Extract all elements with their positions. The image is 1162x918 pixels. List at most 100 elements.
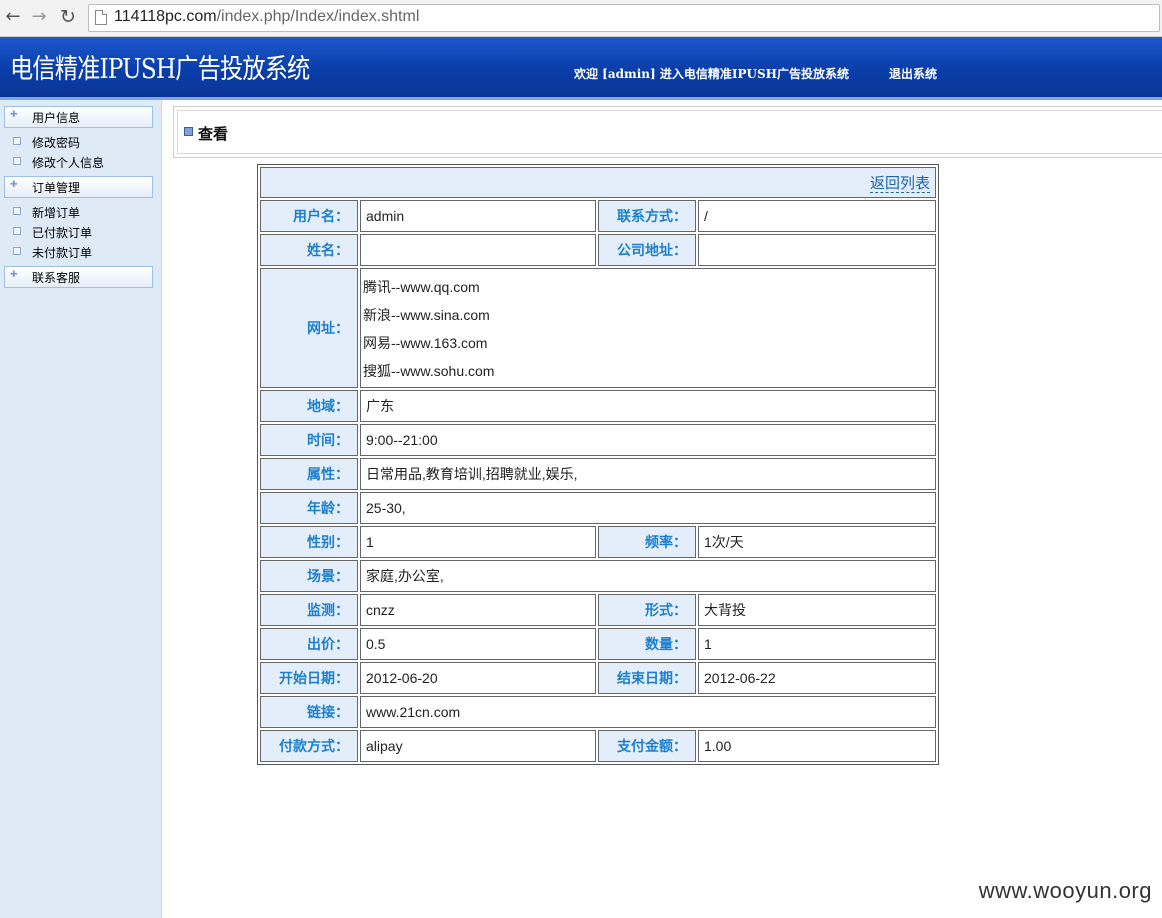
order-detail-table: 返回列表 用户名： admin 联系方式： / 姓名： 公司地址： 网址： 腾讯… xyxy=(257,164,939,765)
table-row: 监测： cnzz 形式： 大背投 xyxy=(260,594,937,626)
list-item: 新浪--www.sina.com xyxy=(363,307,490,323)
sidebar-group-orders[interactable]: ✚ 订单管理 xyxy=(4,176,153,198)
end-date-label: 结束日期： xyxy=(598,662,696,694)
app-title: 电信精准IPUSH广告投放系统 xyxy=(10,54,310,85)
view-panel: 查看 xyxy=(173,106,1162,158)
arrow-left-icon[interactable]: ← xyxy=(2,6,24,28)
table-row: 属性： 日常用品,教育培训,招聘就业,娱乐, xyxy=(260,458,937,490)
table-row: 场景： 家庭,办公室, xyxy=(260,560,937,592)
age-value: 25-30, xyxy=(360,492,937,524)
plus-icon: ✚ xyxy=(10,270,18,280)
logout-link[interactable]: 退出系统 xyxy=(889,65,937,82)
pay-amount-value: 1.00 xyxy=(698,730,937,762)
freq-value: 1次/天 xyxy=(698,526,937,558)
scene-value: 家庭,办公室, xyxy=(360,560,937,592)
app-header: 电信精准IPUSH广告投放系统 欢迎 [admin] 进入电信精准IPUSH广告… xyxy=(0,37,1162,100)
sidebar-item-new-order[interactable]: 新增订单 xyxy=(0,202,160,222)
name-label: 姓名： xyxy=(260,234,358,266)
square-bullet-icon xyxy=(13,247,21,255)
time-label: 时间： xyxy=(260,424,358,456)
url-host: 114118pc.com xyxy=(114,8,217,25)
gender-label: 性别： xyxy=(260,526,358,558)
sidebar-group-contact-support[interactable]: ✚ 联系客服 xyxy=(4,266,153,288)
back-to-list-link[interactable]: 返回列表 xyxy=(870,174,931,193)
sidebar-group-label: 联系客服 xyxy=(32,271,81,285)
start-date-value: 2012-06-20 xyxy=(360,662,596,694)
start-date-label: 开始日期： xyxy=(260,662,358,694)
list-item: 腾讯--www.qq.com xyxy=(363,279,480,295)
table-row: 姓名： 公司地址： xyxy=(260,234,937,266)
table-row: 时间： 9:00--21:00 xyxy=(260,424,937,456)
sites-value: 腾讯--www.qq.com 新浪--www.sina.com 网易--www.… xyxy=(360,268,937,388)
sidebar-item-label: 未付款订单 xyxy=(32,246,93,260)
table-toolbar: 返回列表 xyxy=(260,167,937,198)
square-bullet-icon xyxy=(13,227,21,235)
contact-label: 联系方式： xyxy=(598,200,696,232)
arrow-right-icon[interactable]: → xyxy=(28,6,50,28)
square-bullet-icon xyxy=(13,137,21,145)
table-row: 性别： 1 频率： 1次/天 xyxy=(260,526,937,558)
link-label: 链接： xyxy=(260,696,358,728)
address-label: 公司地址： xyxy=(598,234,696,266)
browser-toolbar: ← → ↻ 114118pc.com/index.php/Index/index… xyxy=(0,0,1162,37)
scene-label: 场景： xyxy=(260,560,358,592)
sidebar-group-user-info[interactable]: ✚ 用户信息 xyxy=(4,106,153,128)
sidebar-item-label: 修改个人信息 xyxy=(32,156,105,170)
form-label: 形式： xyxy=(598,594,696,626)
gender-value: 1 xyxy=(360,526,596,558)
qty-label: 数量： xyxy=(598,628,696,660)
plus-icon: ✚ xyxy=(10,180,18,190)
table-row: 地域： 广东 xyxy=(260,390,937,422)
monitor-label: 监测： xyxy=(260,594,358,626)
sidebar-item-paid-orders[interactable]: 已付款订单 xyxy=(0,222,160,242)
sidebar-item-change-password[interactable]: 修改密码 xyxy=(0,132,160,152)
sidebar-item-unpaid-orders[interactable]: 未付款订单 xyxy=(0,242,160,262)
monitor-value: cnzz xyxy=(360,594,596,626)
table-row: 开始日期： 2012-06-20 结束日期： 2012-06-22 xyxy=(260,662,937,694)
table-row: 链接： www.21cn.com xyxy=(260,696,937,728)
sidebar-item-edit-profile[interactable]: 修改个人信息 xyxy=(0,152,160,172)
username-label: 用户名： xyxy=(260,200,358,232)
view-title-icon xyxy=(184,127,193,136)
bid-value: 0.5 xyxy=(360,628,596,660)
end-date-value: 2012-06-22 xyxy=(698,662,937,694)
freq-label: 频率： xyxy=(598,526,696,558)
username-value: admin xyxy=(360,200,596,232)
table-row: 网址： 腾讯--www.qq.com 新浪--www.sina.com 网易--… xyxy=(260,268,937,388)
age-label: 年龄： xyxy=(260,492,358,524)
address-bar[interactable]: 114118pc.com/index.php/Index/index.shtml xyxy=(88,4,1160,32)
name-value xyxy=(360,234,596,266)
table-row: 返回列表 xyxy=(260,167,937,198)
table-row: 用户名： admin 联系方式： / xyxy=(260,200,937,232)
list-item: 搜狐--www.sohu.com xyxy=(363,363,495,379)
attr-value: 日常用品,教育培训,招聘就业,娱乐, xyxy=(360,458,937,490)
table-row: 年龄： 25-30, xyxy=(260,492,937,524)
sidebar: ✚ 用户信息 修改密码 修改个人信息 ✚ 订单管理 新增订单 已付款订单 未付款… xyxy=(0,100,162,918)
region-value: 广东 xyxy=(360,390,937,422)
attr-label: 属性： xyxy=(260,458,358,490)
url-path: /index.php/Index/index.shtml xyxy=(216,8,420,25)
reload-icon[interactable]: ↻ xyxy=(57,6,79,28)
form-value: 大背投 xyxy=(698,594,937,626)
sidebar-item-label: 新增订单 xyxy=(32,206,81,220)
address-value xyxy=(698,234,937,266)
qty-value: 1 xyxy=(698,628,937,660)
list-item: 网易--www.163.com xyxy=(363,335,488,351)
pay-method-value: alipay xyxy=(360,730,596,762)
sidebar-group-label: 订单管理 xyxy=(32,181,81,195)
square-bullet-icon xyxy=(13,207,21,215)
url-text[interactable]: 114118pc.com/index.php/Index/index.shtml xyxy=(114,8,419,26)
table-row: 付款方式： alipay 支付金额： 1.00 xyxy=(260,730,937,762)
bid-label: 出价： xyxy=(260,628,358,660)
contact-value: / xyxy=(698,200,937,232)
sidebar-group-label: 用户信息 xyxy=(32,111,81,125)
time-value: 9:00--21:00 xyxy=(360,424,937,456)
link-value: www.21cn.com xyxy=(360,696,937,728)
plus-icon: ✚ xyxy=(10,110,18,120)
sites-label: 网址： xyxy=(260,268,358,388)
pay-method-label: 付款方式： xyxy=(260,730,358,762)
square-bullet-icon xyxy=(13,157,21,165)
site-list: 腾讯--www.qq.com 新浪--www.sina.com 网易--www.… xyxy=(363,269,930,387)
page-title: 查看 xyxy=(198,125,229,143)
page-icon xyxy=(95,10,107,25)
